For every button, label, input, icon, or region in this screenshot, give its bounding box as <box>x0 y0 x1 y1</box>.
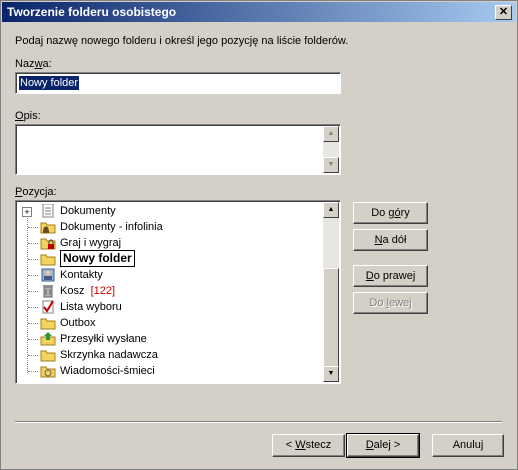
tree-item-skrzynka-nadawcza[interactable]: Skrzynka nadawcza <box>16 347 316 363</box>
cancel-button[interactable]: Anuluj <box>432 434 504 457</box>
folder-icon <box>40 350 56 362</box>
tree-item-nowy-folder[interactable]: Nowy folder <box>16 250 316 267</box>
description-scrollbar[interactable]: ▲ ▼ <box>323 126 339 173</box>
close-button[interactable]: ✕ <box>495 5 512 20</box>
tree-item-outbox[interactable]: Outbox <box>16 315 316 331</box>
description-textarea[interactable]: ▲ ▼ <box>15 124 341 175</box>
scroll-thumb[interactable] <box>323 268 339 368</box>
checklist-icon <box>42 300 54 314</box>
trash-count: [122] <box>90 285 116 297</box>
back-button[interactable]: < Wstecz <box>272 434 345 457</box>
position-label: Pozycja: <box>15 186 57 198</box>
description-label: Opis: <box>15 110 41 122</box>
title-bar[interactable]: Tworzenie folderu osobistego ✕ <box>2 2 516 22</box>
move-right-button[interactable]: Do prawej <box>353 265 428 287</box>
scroll-up-icon[interactable]: ▲ <box>323 202 339 218</box>
close-icon: ✕ <box>498 6 509 18</box>
trash-icon <box>43 285 53 298</box>
folder-tree[interactable]: + Dokumenty Dokumenty - infolinia Graj i… <box>15 200 341 384</box>
next-button[interactable]: Dalej > <box>346 433 420 458</box>
scroll-down-icon[interactable]: ▼ <box>323 157 339 173</box>
tree-item-wiadomosci-smieci[interactable]: Wiadomości-śmieci <box>16 363 316 379</box>
dialog-title: Tworzenie folderu osobistego <box>7 5 177 19</box>
folder-name-value: Nowy folder <box>19 76 80 90</box>
contacts-icon <box>41 268 55 282</box>
shared-folder-icon <box>40 222 56 234</box>
name-label: Nazwa: <box>15 58 52 70</box>
expand-icon[interactable]: + <box>22 207 32 217</box>
tree-item-graj-i-wygraj[interactable]: Graj i wygraj <box>16 235 316 251</box>
scroll-up-icon[interactable]: ▲ <box>323 126 339 142</box>
selected-folder-label: Nowy folder <box>60 250 135 267</box>
tree-item-kosz[interactable]: Kosz [122] <box>16 283 316 299</box>
scroll-down-icon[interactable]: ▼ <box>323 366 339 382</box>
locked-folder-icon <box>40 238 56 250</box>
instruction-text: Podaj nazwę nowego folderu i określ jego… <box>15 35 349 47</box>
separator <box>15 421 502 423</box>
folder-name-input[interactable]: Nowy folder <box>15 72 341 94</box>
tree-item-lista-wyboru[interactable]: Lista wyboru <box>16 299 316 315</box>
move-left-button[interactable]: Do lewej <box>353 292 428 314</box>
document-folder-icon <box>42 204 54 218</box>
tree-item-kontakty[interactable]: Kontakty <box>16 267 316 283</box>
tree-item-dokumenty[interactable]: + Dokumenty <box>16 203 316 219</box>
tree-scrollbar[interactable]: ▲ ▼ <box>323 202 339 382</box>
dialog-window: Tworzenie folderu osobistego ✕ Podaj naz… <box>0 0 518 470</box>
sent-folder-icon <box>40 332 56 346</box>
move-down-button[interactable]: Na dół <box>353 229 428 251</box>
junk-folder-icon <box>40 366 56 378</box>
folder-icon <box>40 254 56 266</box>
tree-item-dokumenty-infolinia[interactable]: Dokumenty - infolinia <box>16 219 316 235</box>
move-up-button[interactable]: Do góry <box>353 202 428 224</box>
tree-item-przesylki-wyslane[interactable]: Przesyłki wysłane <box>16 331 316 347</box>
folder-icon <box>40 318 56 330</box>
